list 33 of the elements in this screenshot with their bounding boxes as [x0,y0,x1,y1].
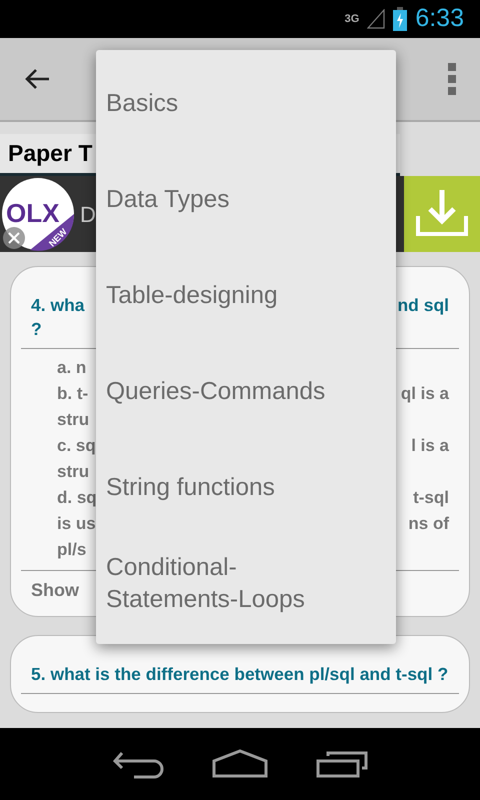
recent-apps-icon[interactable] [316,750,368,778]
back-nav-icon[interactable] [112,749,164,779]
question-text: 5. what is the difference between pl/sql and t-sql ? [31,663,448,686]
menu-item[interactable]: Table-designing [96,248,346,344]
menu-item[interactable]: Conditional-Statements-Loops [96,536,346,632]
show-answer-link[interactable]: Show [31,580,79,600]
answer-option: stru [31,459,90,485]
menu-item[interactable]: Data Types [96,152,346,248]
signal-icon [367,9,386,29]
question-text: nd sql [397,294,449,317]
answer-option: ql is a [374,381,449,407]
menu-item[interactable]: String functions [96,440,346,536]
answer-option: a. n [31,355,86,381]
home-icon[interactable] [212,749,268,779]
clock-time: 6:33 [415,3,464,34]
answer-option: is us [31,511,96,537]
menu-item[interactable]: Basics [96,56,346,152]
battery-charging-icon [393,7,408,31]
answer-option: stru [31,407,90,433]
answer-option: d. sq [31,485,97,511]
answer-option: ns of [382,511,449,537]
question-text: ? [31,318,42,341]
answer-option: l is a [385,433,449,459]
overflow-menu-icon[interactable] [448,63,456,95]
back-icon[interactable] [24,68,50,90]
answer-option: b. t- [31,381,88,407]
answer-option: pl/s [31,537,86,563]
answer-option: t-sql [387,485,449,511]
answer-option: c. sq [31,433,96,459]
menu-item[interactable]: Queries-Commands [96,344,346,440]
question-text: 4. wha [31,294,84,317]
ad-title: D [80,200,96,228]
network-label: 3G [344,12,360,27]
